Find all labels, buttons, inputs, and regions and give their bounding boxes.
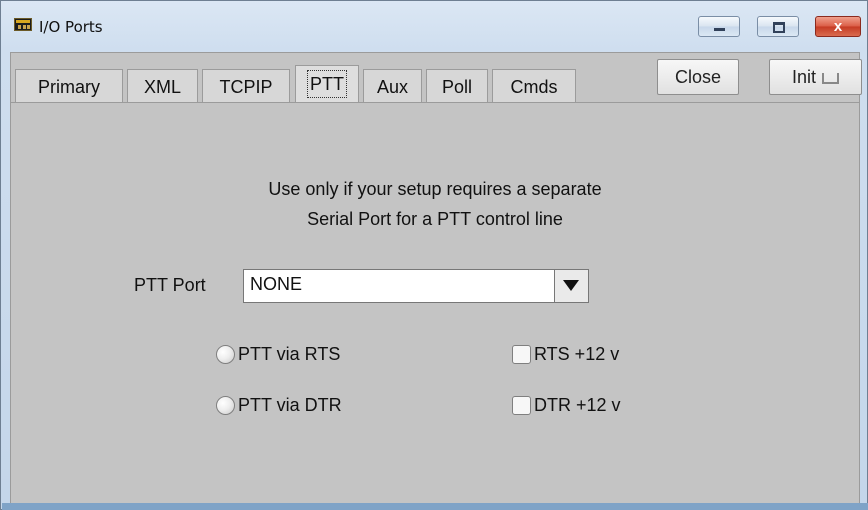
app-icon-dot (18, 25, 21, 29)
tab-label: Poll (441, 77, 472, 97)
tab-label: Cmds (510, 77, 558, 97)
ptt-port-value: NONE (250, 274, 303, 294)
window-bottom-border (2, 503, 868, 510)
app-icon-dot (23, 25, 26, 29)
close-icon: x (833, 18, 843, 35)
tab-primary[interactable]: Primary (15, 69, 123, 103)
minimize-button[interactable] (698, 16, 740, 37)
ptt-port-select[interactable]: NONE (243, 269, 589, 303)
close-button[interactable]: Close (657, 59, 739, 95)
tab-label: TCPIP (219, 77, 273, 97)
init-button[interactable]: Init (769, 59, 862, 95)
window-title: I/O Ports (39, 18, 103, 36)
tab-label: Primary (38, 77, 100, 97)
message-line: Use only if your setup requires a separa… (268, 179, 602, 199)
app-icon (14, 18, 32, 31)
dtr-12v-label: DTR +12 v (534, 395, 621, 415)
message-line: Serial Port for a PTT control line (307, 209, 563, 229)
maximize-button[interactable] (757, 16, 799, 37)
init-label: Init (791, 67, 816, 87)
app-icon-bar (16, 20, 30, 23)
tab-aux[interactable]: Aux (363, 69, 422, 103)
ptt-via-dtr-label: PTT via DTR (238, 395, 342, 415)
tab-ptt[interactable]: PTT (295, 65, 359, 103)
ptt-port-label: PTT Port (134, 275, 206, 295)
tab-cmds[interactable]: Cmds (492, 69, 576, 103)
title-bar[interactable]: I/O Ports x (1, 1, 867, 52)
rts-12v-checkbox[interactable] (512, 345, 531, 364)
ptt-via-rts-label: PTT via RTS (238, 344, 341, 364)
tab-poll[interactable]: Poll (426, 69, 488, 103)
tab-xml[interactable]: XML (127, 69, 198, 103)
tab-label: Aux (376, 77, 409, 97)
tab-label: PTT (307, 70, 347, 98)
ptt-help-message: Use only if your setup requires a separa… (1, 174, 868, 234)
tab-tcpip[interactable]: TCPIP (202, 69, 290, 103)
rts-12v-label: RTS +12 v (534, 344, 620, 364)
ptt-via-dtr-radio[interactable] (216, 396, 235, 415)
tab-label: XML (143, 77, 181, 97)
dtr-12v-checkbox[interactable] (512, 396, 531, 415)
ptt-via-rts-radio[interactable] (216, 345, 235, 364)
i-o-ports-window: I/O Ports x Primary XML TCPIP PTT Aux Po… (0, 0, 868, 510)
chevron-down-icon[interactable] (554, 270, 588, 302)
app-icon-dot (27, 25, 30, 29)
enter-icon (822, 73, 839, 84)
window-close-button[interactable]: x (815, 16, 861, 37)
tab-divider (11, 102, 859, 103)
